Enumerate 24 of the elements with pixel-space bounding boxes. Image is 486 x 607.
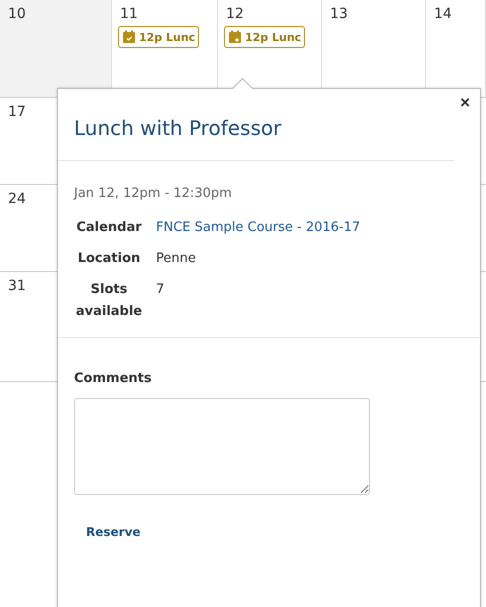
calendar-plus-icon [228, 30, 242, 44]
day-number: 14 [433, 6, 452, 22]
detail-label: Slots available [74, 281, 144, 322]
event-chip[interactable]: 12p Lunc [118, 26, 200, 48]
day-number: 12 [225, 6, 244, 22]
event-title: Lunch with Professor [74, 116, 282, 140]
day-number: 11 [119, 6, 138, 22]
day-number: 31 [7, 278, 26, 294]
day-number: 10 [7, 6, 26, 22]
reserve-link[interactable]: Reserve [86, 525, 141, 540]
detail-value: 7 [156, 281, 166, 300]
event-chip[interactable]: 12p Lunc [224, 26, 306, 48]
event-time: Jan 12, 12pm - 12:30pm [74, 186, 233, 201]
detail-label: Calendar [75, 219, 143, 237]
comments-label: Comments [74, 371, 153, 386]
day-number: 17 [7, 104, 26, 120]
day-number: 24 [7, 191, 26, 207]
calendar-link[interactable]: FNCE Sample Course - 2016-17 [156, 217, 464, 240]
day-number: 13 [329, 6, 348, 22]
comments-field[interactable] [74, 398, 370, 496]
close-button[interactable]: × [458, 93, 472, 113]
detail-value: Penne [156, 250, 197, 268]
detail-label: Location [76, 250, 142, 268]
calendar-check-icon [122, 30, 136, 44]
